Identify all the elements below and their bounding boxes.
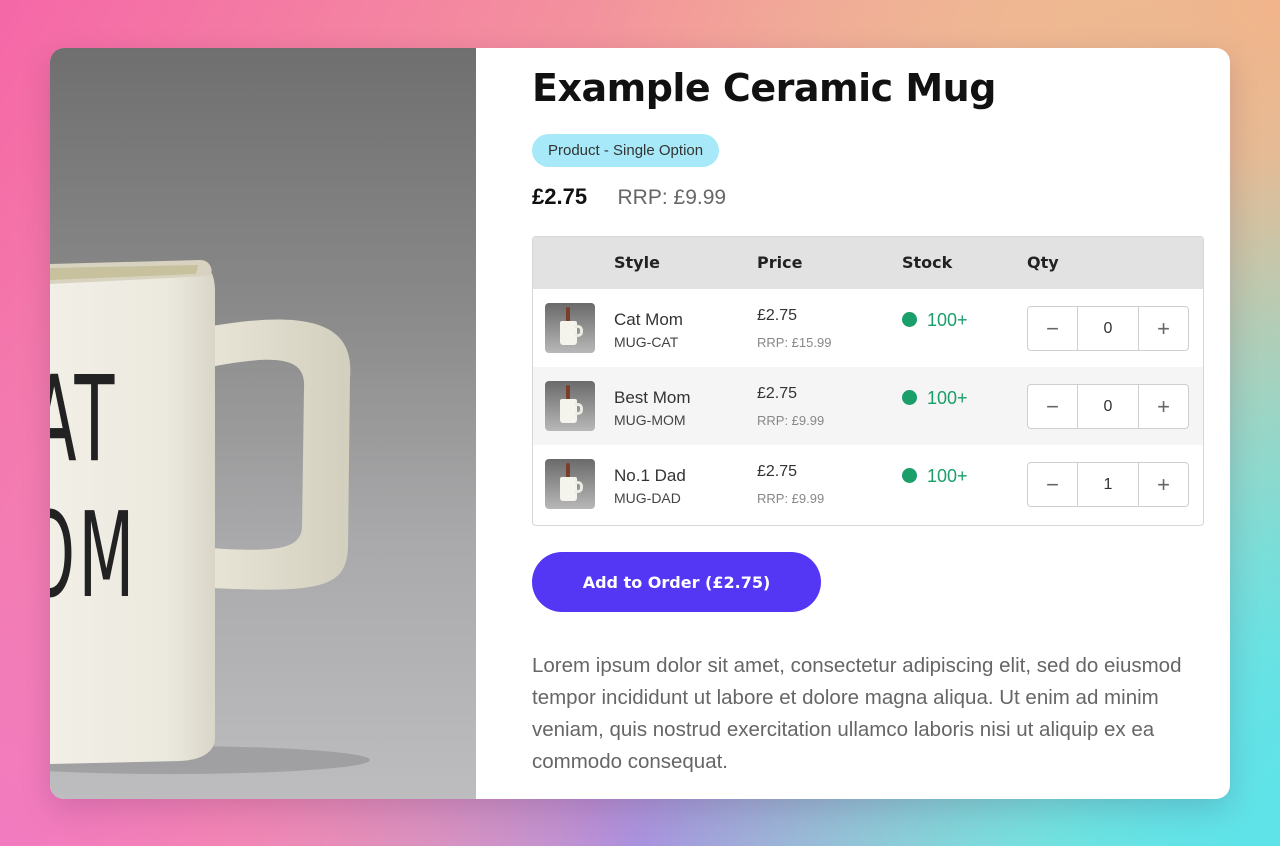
variant-price: £2.75 <box>757 385 798 402</box>
decrease-qty-button[interactable]: − <box>1028 307 1078 350</box>
variant-sku: MUG-MOM <box>614 412 686 428</box>
variant-sku: MUG-CAT <box>614 334 679 350</box>
stock-status-icon <box>902 390 917 405</box>
stock-count: 100+ <box>927 466 968 486</box>
header-stock: Stock <box>902 253 953 272</box>
variant-stock: 100+ <box>902 388 968 409</box>
product-card: AT OM Example Ceramic Mug Product - Sing… <box>50 48 1230 799</box>
header-style: Style <box>614 253 660 272</box>
variant-price: £2.75 <box>757 307 798 324</box>
variant-name: Best Mom <box>614 388 691 407</box>
variant-name: Cat Mom <box>614 310 683 329</box>
decrease-qty-button[interactable]: − <box>1028 385 1078 428</box>
increase-qty-button[interactable]: + <box>1138 307 1188 350</box>
quantity-stepper: − + <box>1027 462 1189 507</box>
stock-count: 100+ <box>927 310 968 330</box>
quantity-stepper: − + <box>1027 384 1189 429</box>
product-type-badge: Product - Single Option <box>532 134 720 167</box>
variants-table: Style Price Stock Qty Cat Mom MUG-CAT £2… <box>532 236 1204 526</box>
decrease-qty-button[interactable]: − <box>1028 463 1078 506</box>
table-row: Cat Mom MUG-CAT £2.75 RRP: £15.99 100+ −… <box>533 289 1203 367</box>
stock-status-icon <box>902 312 917 327</box>
stock-count: 100+ <box>927 388 968 408</box>
variant-rrp: RRP: £9.99 <box>757 413 825 428</box>
mug-print-line-1: AT <box>50 350 118 488</box>
mug-print-line-2: OM <box>50 486 138 624</box>
variant-stock: 100+ <box>902 466 968 487</box>
product-image: AT OM <box>50 48 476 799</box>
variant-stock: 100+ <box>902 310 968 331</box>
product-rrp: RRP: £9.99 <box>617 186 727 209</box>
table-row: Best Mom MUG-MOM £2.75 RRP: £9.99 100+ −… <box>533 367 1203 445</box>
price-row: £2.75 RRP: £9.99 <box>532 184 726 210</box>
product-details: Example Ceramic Mug Product - Single Opt… <box>532 48 1204 799</box>
variant-rrp: RRP: £9.99 <box>757 491 825 506</box>
variant-thumbnail <box>545 303 595 353</box>
table-header: Style Price Stock Qty <box>533 237 1203 289</box>
add-to-order-button[interactable]: Add to Order (£2.75) <box>532 552 821 612</box>
table-row: No.1 Dad MUG-DAD £2.75 RRP: £9.99 100+ −… <box>533 445 1203 523</box>
variant-sku: MUG-DAD <box>614 490 681 506</box>
quantity-input[interactable] <box>1078 463 1138 506</box>
variant-thumbnail <box>545 459 595 509</box>
variant-name: No.1 Dad <box>614 466 686 485</box>
quantity-stepper: − + <box>1027 306 1189 351</box>
variant-rrp: RRP: £15.99 <box>757 335 832 350</box>
variant-price: £2.75 <box>757 463 798 480</box>
quantity-input[interactable] <box>1078 385 1138 428</box>
header-qty: Qty <box>1027 253 1059 272</box>
quantity-input[interactable] <box>1078 307 1138 350</box>
increase-qty-button[interactable]: + <box>1138 385 1188 428</box>
product-description: Lorem ipsum dolor sit amet, consectetur … <box>532 654 1182 773</box>
stock-status-icon <box>902 468 917 483</box>
header-price: Price <box>757 253 803 272</box>
product-price: £2.75 <box>532 184 588 209</box>
variant-thumbnail <box>545 381 595 431</box>
increase-qty-button[interactable]: + <box>1138 463 1188 506</box>
product-title: Example Ceramic Mug <box>532 66 996 110</box>
